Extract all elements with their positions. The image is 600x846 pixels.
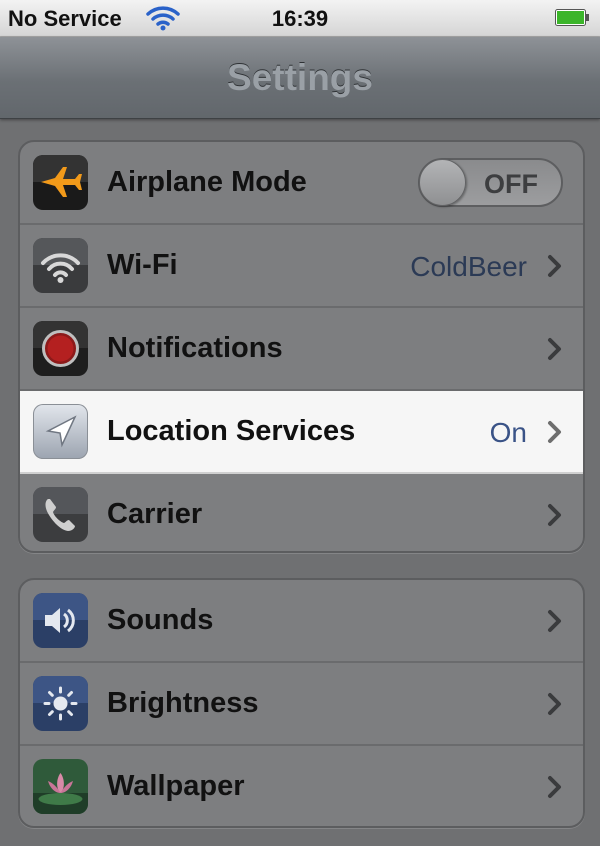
location-services-label: Location Services [107,415,356,447]
phone-icon [33,487,88,542]
brightness-label: Brightness [107,687,259,719]
status-bar: No Service 16:39 [0,0,600,37]
row-wallpaper[interactable]: Wallpaper [20,746,583,826]
clock: 16:39 [271,6,329,31]
navigation-bar: Settings [0,37,600,119]
toggle-knob [419,159,466,206]
chevron-right-icon [548,776,561,798]
airplane-mode-label: Airplane Mode [107,166,307,198]
page-title: Settings [227,57,373,98]
toggle-state-text: OFF [484,169,538,199]
chevron-right-icon [548,421,561,443]
notifications-icon [33,321,88,376]
row-notifications[interactable]: Notifications [20,308,583,391]
row-sounds[interactable]: Sounds [20,580,583,663]
row-wifi[interactable]: Wi-Fi ColdBeer [20,225,583,308]
brightness-sun-icon [33,676,88,731]
chevron-right-icon [548,255,561,277]
wallpaper-flower-icon [33,759,88,814]
battery-icon [555,9,589,26]
location-services-value: On [489,417,527,448]
wifi-network-name: ColdBeer [410,251,527,282]
wallpaper-label: Wallpaper [107,770,245,802]
chevron-right-icon [548,610,561,632]
settings-group-display: Sounds Brightness Wallpaper [18,578,585,828]
carrier-label: Carrier [107,498,203,530]
location-arrow-icon [33,404,88,459]
row-location-services[interactable]: Location Services On [20,391,583,474]
chevron-right-icon [548,693,561,715]
row-brightness[interactable]: Brightness [20,663,583,746]
row-airplane-mode[interactable]: Airplane Mode OFF [20,142,583,225]
sounds-label: Sounds [107,604,214,636]
chevron-right-icon [548,338,561,360]
chevron-right-icon [548,504,561,526]
wifi-label: Wi-Fi [107,249,178,281]
row-carrier[interactable]: Carrier [20,474,583,551]
settings-group-network: Airplane Mode OFF Wi-Fi ColdBeer Notific… [18,140,585,553]
speaker-icon [33,593,88,648]
airplane-mode-toggle[interactable]: OFF [418,158,563,207]
airplane-icon [33,155,88,210]
notifications-label: Notifications [107,332,283,364]
wifi-icon [33,238,88,293]
